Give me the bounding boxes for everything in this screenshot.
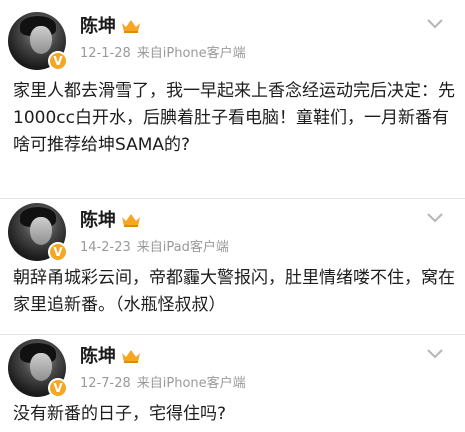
post-source: 来自iPad客户端 — [136, 240, 229, 255]
post-text: 没有新番的日子，宅得住吗? — [13, 404, 227, 424]
avatar[interactable]: V — [8, 203, 68, 262]
post-2: V 陈坤 14-2-23 来自iPad客户端 朝辞甬城彩云间，帝都霾大警报闪，肚里… — [0, 199, 465, 334]
author-name[interactable]: 陈坤 — [80, 206, 141, 232]
chevron-down-icon[interactable] — [426, 212, 444, 224]
post-text: 家里人都去滑雪了，我一早起来上香念经运动完后决定：先1000cc白开水，后腆着肚… — [13, 81, 455, 155]
post-text: 朝辞甬城彩云间，帝都霾大警报闪，肚里情绪喽不住，窝在家里追新番。（水瓶怪叔叔） — [13, 268, 455, 315]
post-source: 来自iPhone客户端 — [136, 46, 246, 61]
post-time[interactable]: 12-1-28 — [80, 46, 131, 61]
chevron-down-icon[interactable] — [426, 18, 444, 30]
crown-icon — [122, 20, 140, 33]
verified-badge-icon: V — [48, 51, 68, 71]
avatar-face — [30, 26, 52, 54]
verified-badge-icon: V — [48, 242, 68, 262]
author-name[interactable]: 陈坤 — [80, 342, 141, 368]
author-name-text: 陈坤 — [80, 16, 116, 37]
author-name-text: 陈坤 — [80, 346, 116, 367]
post-meta: 12-7-28 来自iPhone客户端 — [80, 372, 246, 391]
post-time[interactable]: 12-7-28 — [80, 376, 131, 391]
author-name-text: 陈坤 — [80, 210, 116, 231]
post-meta: 14-2-23 来自iPad客户端 — [80, 236, 229, 255]
weibo-feed: V 陈坤 12-1-28 来自iPhone客户端 家里人都去滑雪了，我一早起来上香… — [0, 0, 465, 432]
avatar[interactable]: V — [8, 12, 68, 71]
post-meta: 12-1-28 来自iPhone客户端 — [80, 42, 246, 61]
crown-icon — [122, 214, 140, 227]
crown-icon — [122, 350, 140, 363]
post-source: 来自iPhone客户端 — [136, 376, 246, 391]
chevron-down-icon[interactable] — [426, 348, 444, 360]
post-1: V 陈坤 12-1-28 来自iPhone客户端 家里人都去滑雪了，我一早起来上香… — [0, 0, 465, 198]
avatar[interactable]: V — [8, 339, 68, 398]
author-name[interactable]: 陈坤 — [80, 12, 141, 38]
post-3: V 陈坤 12-7-28 来自iPhone客户端 没有新番的日子，宅得住吗? — [0, 335, 465, 432]
post-time[interactable]: 14-2-23 — [80, 240, 131, 255]
avatar-face — [30, 353, 52, 381]
avatar-face — [30, 217, 52, 245]
verified-badge-icon: V — [48, 378, 68, 398]
